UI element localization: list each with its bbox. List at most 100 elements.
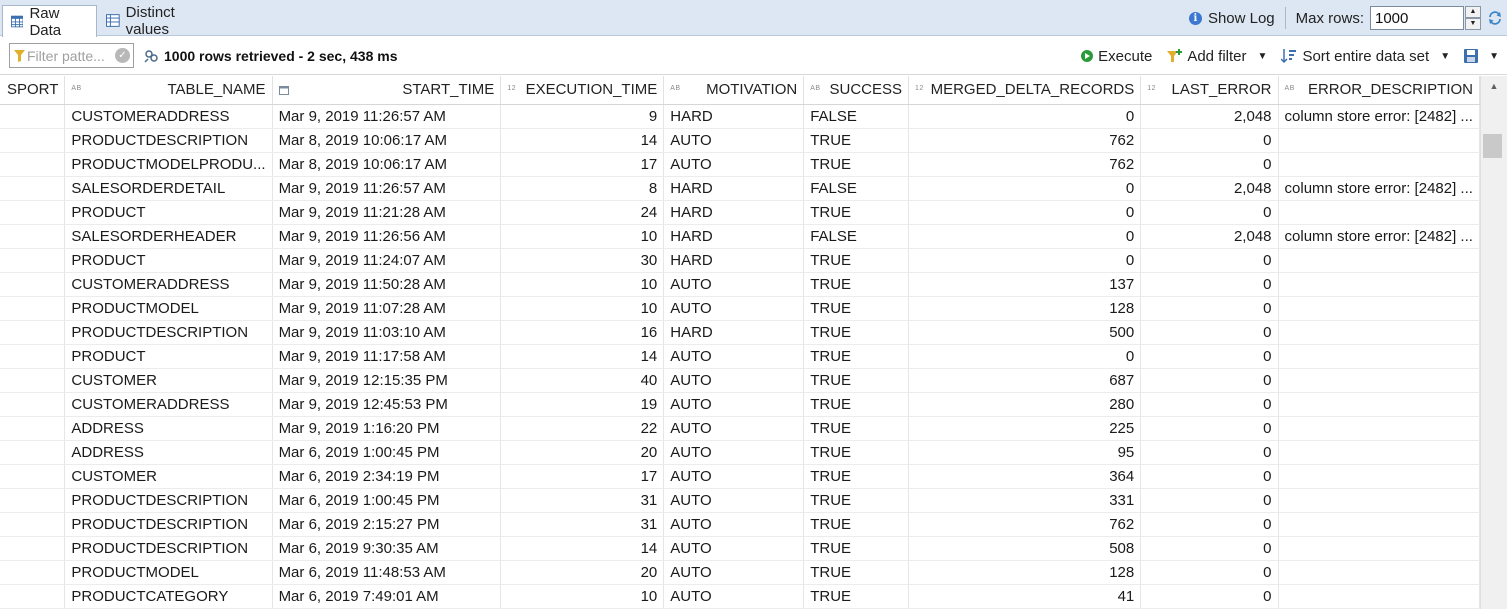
table-cell[interactable] (0, 368, 66, 393)
table-cell[interactable]: 687 (908, 368, 1142, 393)
table-cell[interactable] (1278, 248, 1480, 273)
table-cell[interactable]: Mar 6, 2019 1:00:45 PM (272, 440, 502, 465)
table-cell[interactable]: 0 (1140, 248, 1279, 273)
column-header-start-time[interactable]: START_TIME (272, 76, 502, 105)
table-row[interactable]: PRODUCTDESCRIPTION Mar 6, 2019 9:30:35 AM… (0, 536, 1480, 561)
table-cell[interactable]: 0 (1140, 128, 1279, 153)
table-cell[interactable] (1278, 320, 1480, 345)
table-cell[interactable]: 137 (908, 272, 1142, 297)
table-cell[interactable]: AUTO (663, 536, 805, 561)
table-cell[interactable] (1278, 584, 1480, 609)
table-cell[interactable]: AUTO (663, 296, 805, 321)
table-cell[interactable]: 40 (500, 368, 665, 393)
table-cell[interactable]: Mar 9, 2019 11:07:28 AM (272, 296, 502, 321)
table-cell[interactable]: 10 (500, 584, 665, 609)
table-cell[interactable]: Mar 6, 2019 11:48:53 AM (272, 560, 502, 585)
table-cell[interactable]: Mar 6, 2019 2:15:27 PM (272, 512, 502, 537)
table-cell[interactable]: 0 (1140, 344, 1279, 369)
table-cell[interactable]: TRUE (803, 128, 910, 153)
table-cell[interactable]: 31 (500, 512, 665, 537)
table-cell[interactable]: 225 (908, 416, 1142, 441)
table-cell[interactable] (1278, 128, 1480, 153)
table-cell[interactable]: CUSTOMERADDRESS (64, 104, 273, 129)
table-cell[interactable]: 364 (908, 464, 1142, 489)
table-cell[interactable]: 762 (908, 128, 1142, 153)
table-cell[interactable]: 0 (1140, 320, 1279, 345)
table-cell[interactable] (0, 344, 66, 369)
show-log-link[interactable]: Show Log (1208, 10, 1275, 27)
table-cell[interactable]: HARD (663, 104, 805, 129)
table-row[interactable]: PRODUCTDESCRIPTION Mar 8, 2019 10:06:17 A… (0, 128, 1480, 153)
table-cell[interactable]: ADDRESS (64, 440, 273, 465)
table-cell[interactable]: 95 (908, 440, 1142, 465)
table-cell[interactable] (0, 584, 66, 609)
table-cell[interactable] (0, 320, 66, 345)
table-cell[interactable]: 0 (1140, 560, 1279, 585)
table-cell[interactable]: PRODUCT (64, 248, 273, 273)
table-cell[interactable] (0, 560, 66, 585)
table-cell[interactable]: FALSE (803, 176, 910, 201)
table-row[interactable]: PRODUCTDESCRIPTION Mar 6, 2019 2:15:27 PM… (0, 512, 1480, 537)
table-cell[interactable]: 10 (500, 296, 665, 321)
table-cell[interactable]: 0 (1140, 512, 1279, 537)
table-cell[interactable]: TRUE (803, 440, 910, 465)
table-cell[interactable]: 331 (908, 488, 1142, 513)
column-header-execution-time[interactable]: 12 EXECUTION_TIME (500, 76, 665, 105)
table-cell[interactable]: Mar 6, 2019 1:00:45 PM (272, 488, 502, 513)
table-cell[interactable]: TRUE (803, 488, 910, 513)
scroll-up-icon[interactable]: ▲ (1481, 76, 1507, 96)
table-cell[interactable]: 2,048 (1140, 224, 1279, 249)
table-cell[interactable]: AUTO (663, 512, 805, 537)
table-cell[interactable]: PRODUCTDESCRIPTION (64, 320, 273, 345)
table-cell[interactable]: AUTO (663, 416, 805, 441)
table-cell[interactable]: PRODUCTMODELPRODU... (64, 152, 273, 177)
add-filter-dropdown-icon[interactable]: ▼ (1258, 51, 1268, 62)
table-cell[interactable]: TRUE (803, 368, 910, 393)
filter-input[interactable] (27, 47, 113, 64)
table-cell[interactable]: AUTO (663, 560, 805, 585)
table-cell[interactable]: PRODUCTDESCRIPTION (64, 536, 273, 561)
table-cell[interactable]: AUTO (663, 392, 805, 417)
table-cell[interactable]: PRODUCTCATEGORY (64, 584, 273, 609)
table-cell[interactable]: TRUE (803, 584, 910, 609)
table-row[interactable]: CUSTOMER Mar 9, 2019 12:15:35 PM 40 AUTO TRU… (0, 368, 1480, 393)
table-cell[interactable]: 10 (500, 224, 665, 249)
table-cell[interactable] (1278, 392, 1480, 417)
table-cell[interactable]: PRODUCT (64, 200, 273, 225)
table-cell[interactable]: HARD (663, 176, 805, 201)
column-header-success[interactable]: AB SUCCESS (803, 76, 910, 105)
table-cell[interactable]: Mar 9, 2019 11:03:10 AM (272, 320, 502, 345)
table-row[interactable]: PRODUCTCATEGORY Mar 6, 2019 7:49:01 AM 10 A… (0, 584, 1480, 609)
table-row[interactable]: CUSTOMERADDRESS Mar 9, 2019 11:26:57 AM 9 H… (0, 104, 1480, 129)
add-filter-button[interactable]: Add filter ▼ (1166, 48, 1267, 65)
table-cell[interactable]: 0 (1140, 296, 1279, 321)
table-row[interactable]: CUSTOMERADDRESS Mar 9, 2019 11:50:28 AM 10… (0, 272, 1480, 297)
table-cell[interactable]: Mar 6, 2019 9:30:35 AM (272, 536, 502, 561)
table-cell[interactable] (0, 536, 66, 561)
table-cell[interactable]: TRUE (803, 272, 910, 297)
table-cell[interactable]: 14 (500, 344, 665, 369)
table-cell[interactable]: 500 (908, 320, 1142, 345)
max-rows-input[interactable] (1370, 6, 1464, 30)
spin-down-button[interactable]: ▼ (1465, 18, 1481, 30)
table-cell[interactable]: 0 (1140, 416, 1279, 441)
table-cell[interactable] (1278, 416, 1480, 441)
table-cell[interactable]: Mar 9, 2019 1:16:20 PM (272, 416, 502, 441)
table-cell[interactable]: AUTO (663, 344, 805, 369)
table-cell[interactable] (1278, 464, 1480, 489)
tab-distinct-values[interactable]: Distinct values (98, 4, 228, 38)
column-header-sport[interactable]: SPORT (0, 76, 66, 105)
refresh-icon[interactable] (1487, 10, 1503, 26)
table-row[interactable]: CUSTOMERADDRESS Mar 9, 2019 12:45:53 PM 19… (0, 392, 1480, 417)
table-cell[interactable]: TRUE (803, 536, 910, 561)
execute-button[interactable]: Execute (1081, 48, 1152, 65)
table-cell[interactable]: AUTO (663, 128, 805, 153)
table-cell[interactable] (1278, 368, 1480, 393)
table-cell[interactable]: TRUE (803, 344, 910, 369)
table-cell[interactable] (1278, 536, 1480, 561)
table-cell[interactable]: AUTO (663, 440, 805, 465)
table-cell[interactable]: 128 (908, 296, 1142, 321)
table-cell[interactable]: 0 (908, 104, 1142, 129)
table-cell[interactable]: HARD (663, 224, 805, 249)
table-cell[interactable]: 0 (1140, 584, 1279, 609)
